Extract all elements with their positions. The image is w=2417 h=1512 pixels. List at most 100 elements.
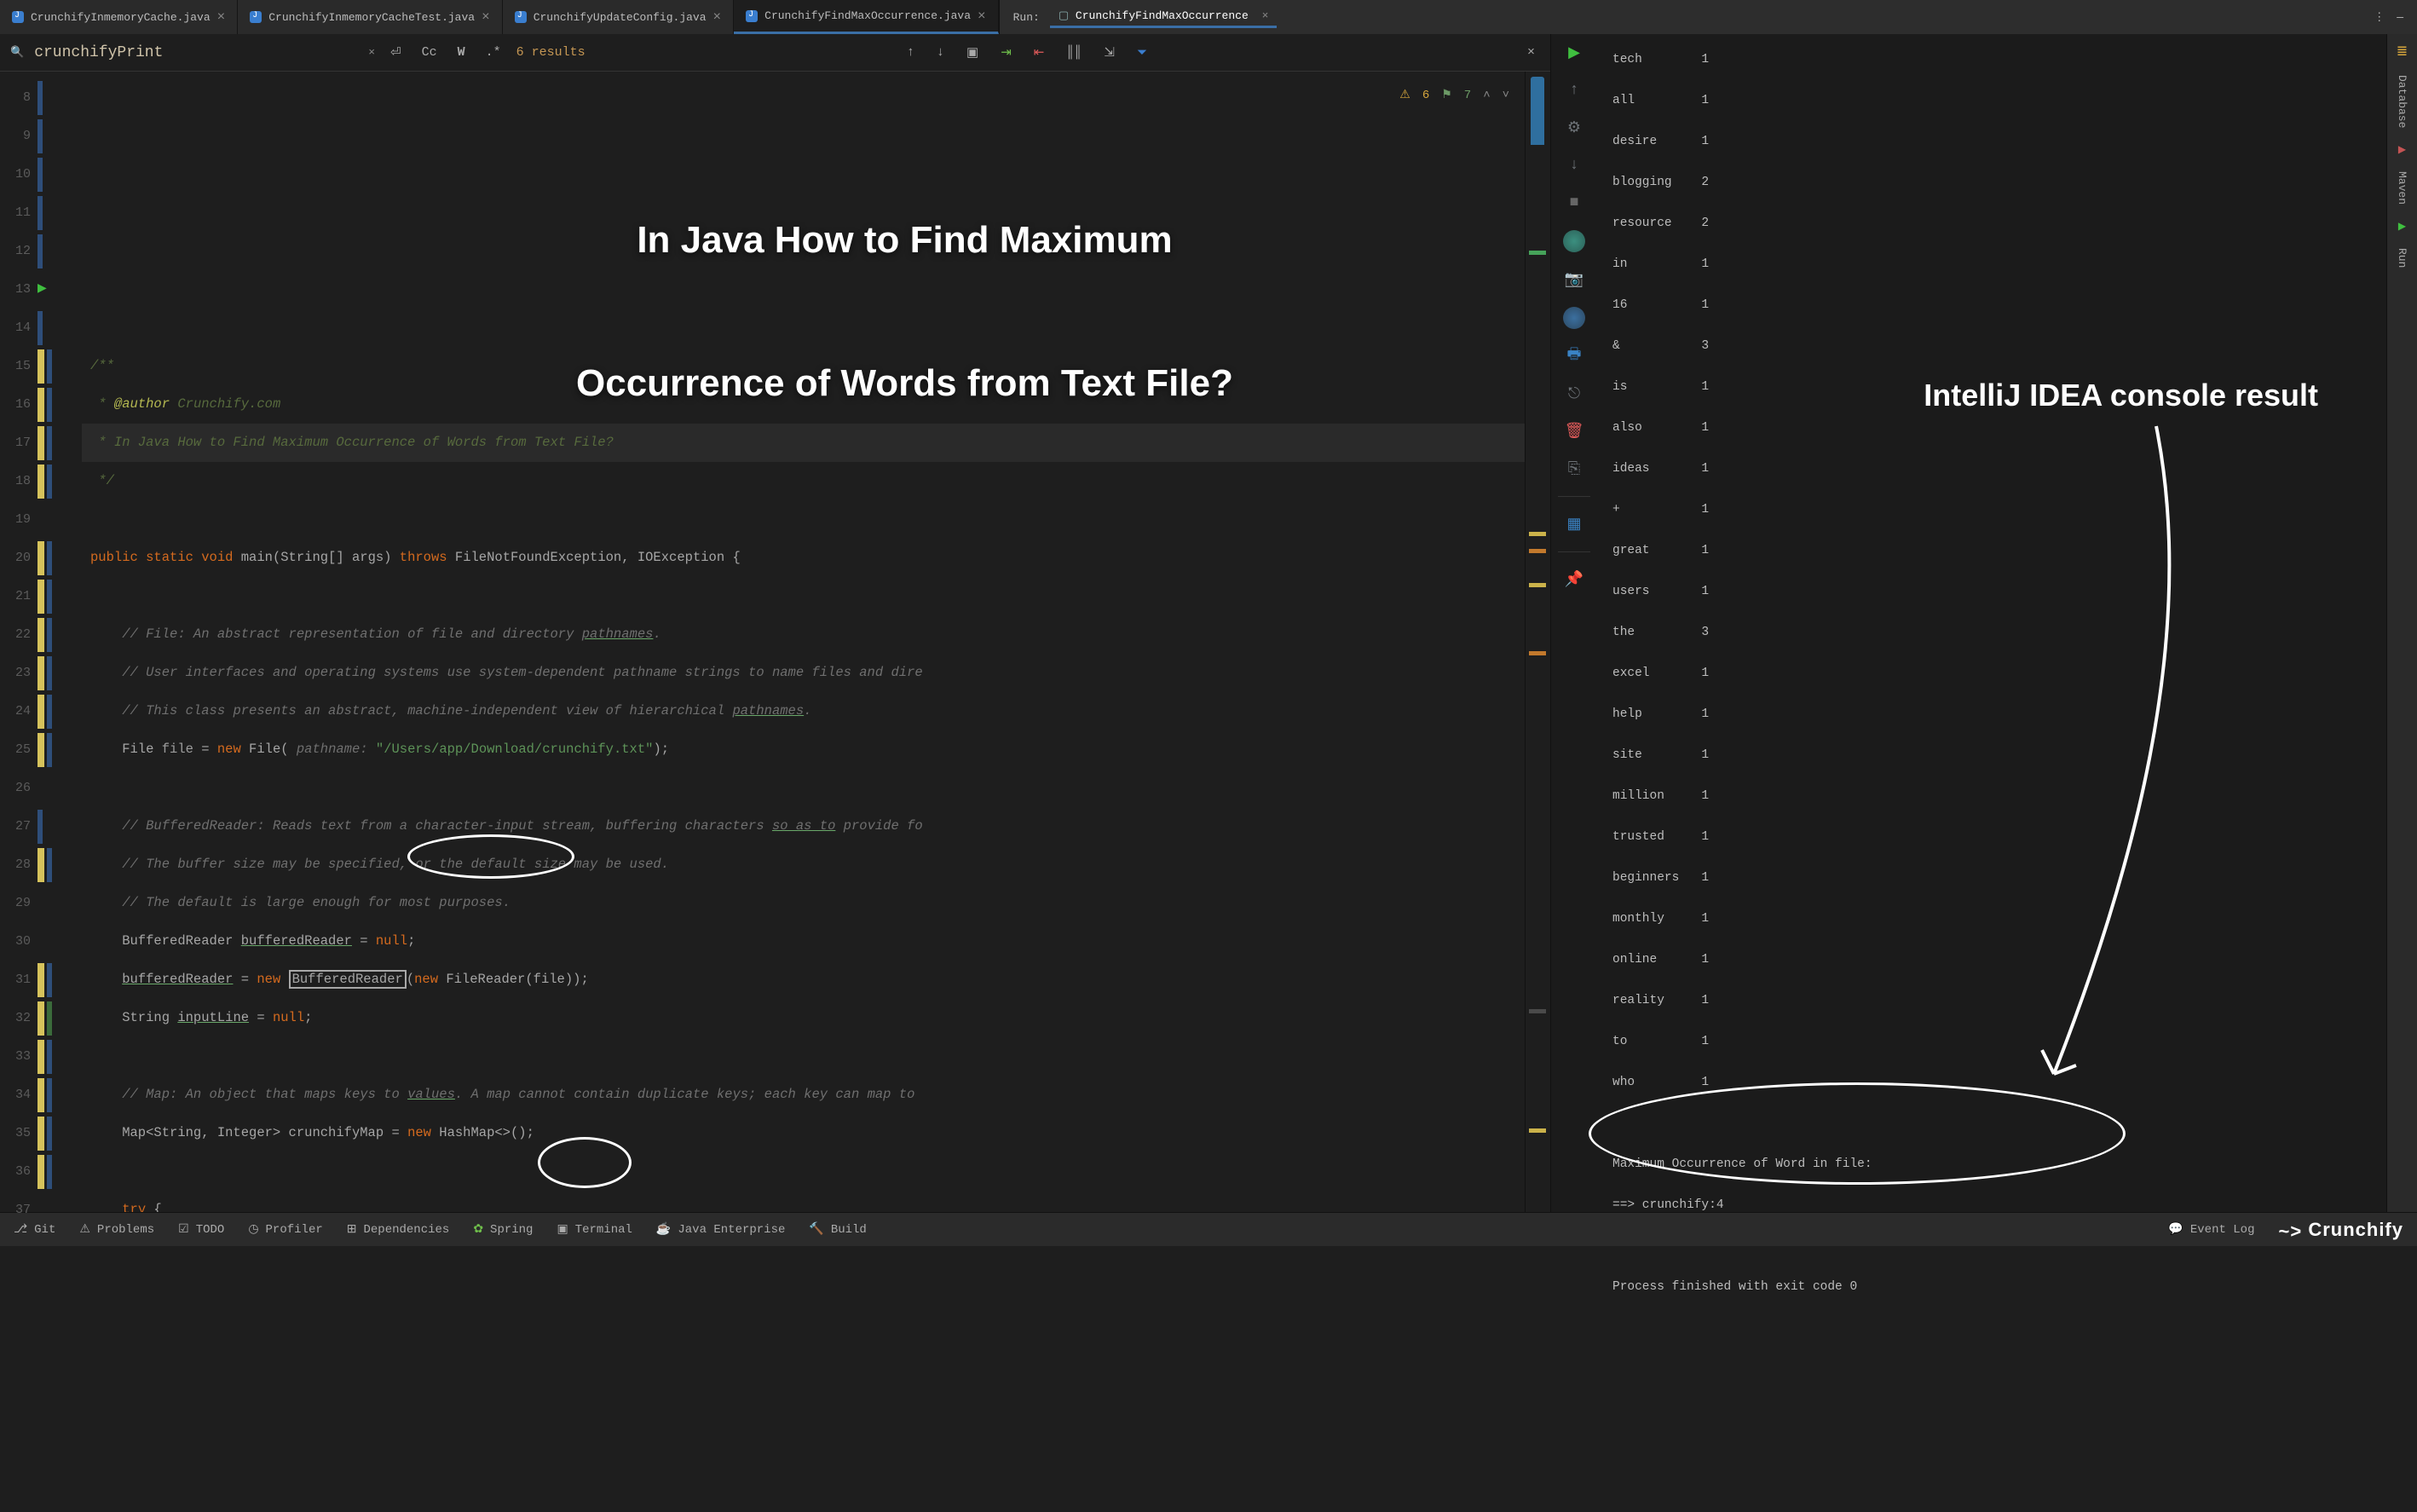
code-line[interactable]: try { bbox=[90, 1191, 1525, 1212]
more-icon[interactable]: ⋮ bbox=[2374, 11, 2386, 24]
close-findbar-icon[interactable]: × bbox=[1522, 43, 1540, 61]
line-number: 13 bbox=[0, 270, 31, 309]
search-input[interactable]: crunchifyPrint bbox=[34, 44, 358, 61]
close-icon[interactable]: × bbox=[1262, 9, 1269, 22]
status-item-dependencies[interactable]: ⊞ Dependencies bbox=[347, 1222, 450, 1237]
enter-icon[interactable]: ⏎ bbox=[385, 43, 407, 62]
exit-icon[interactable]: ⎘ bbox=[1564, 459, 1584, 479]
status-item-terminal[interactable]: ▣ Terminal bbox=[557, 1222, 632, 1237]
code-line[interactable]: String inputLine = null; bbox=[90, 999, 1525, 1037]
pin-icon[interactable]: 📌 bbox=[1564, 569, 1584, 590]
code-line[interactable]: /** bbox=[90, 347, 1525, 385]
warning-icon[interactable]: ⚠ bbox=[1399, 77, 1410, 115]
code-line[interactable]: // This class presents an abstract, mach… bbox=[90, 692, 1525, 730]
run-icon[interactable]: ▶ bbox=[2398, 220, 2406, 233]
code-line[interactable] bbox=[90, 1152, 1525, 1191]
camera-icon[interactable]: 📷 bbox=[1564, 269, 1584, 290]
status-item-java enterprise[interactable]: ☕ Java Enterprise bbox=[656, 1222, 785, 1237]
java enterprise-icon: ☕ bbox=[656, 1222, 671, 1237]
rerun-icon[interactable]: ▶ bbox=[1564, 43, 1584, 63]
next-match-icon[interactable]: ↓ bbox=[932, 43, 949, 61]
code-line[interactable]: // Map: An object that maps keys to valu… bbox=[90, 1076, 1525, 1114]
code-line[interactable]: // User interfaces and operating systems… bbox=[90, 654, 1525, 692]
tab-update-config[interactable]: CrunchifyUpdateConfig.java × bbox=[503, 0, 734, 34]
stop-icon[interactable]: ■ bbox=[1564, 193, 1584, 213]
code-line[interactable]: // File: An abstract representation of f… bbox=[90, 615, 1525, 654]
run-toolbar: ▶ ↑ ⚙ ↓ ■ 📷 🖶 ⎋ 🗑 ⎘ ▦ 📌 bbox=[1551, 34, 1597, 1212]
status-item-todo[interactable]: ☑ TODO bbox=[178, 1222, 224, 1237]
code-line[interactable]: * @author Crunchify.com bbox=[90, 385, 1525, 424]
prev-match-icon[interactable]: ↑ bbox=[902, 43, 920, 61]
database-icon[interactable]: ≣ bbox=[2397, 43, 2408, 60]
code-line[interactable] bbox=[90, 577, 1525, 615]
maven-icon[interactable]: ▶ bbox=[2398, 143, 2406, 156]
tab-inmemory-cache-test[interactable]: CrunchifyInmemoryCacheTest.java × bbox=[238, 0, 502, 34]
code-line[interactable]: BufferedReader bufferedReader = null; bbox=[90, 922, 1525, 961]
print-icon[interactable]: 🖶 bbox=[1564, 346, 1584, 366]
regex-button[interactable]: .* bbox=[481, 43, 506, 61]
terminal-icon: ▣ bbox=[557, 1222, 568, 1237]
tab-inmemory-cache[interactable]: CrunchifyInmemoryCache.java × bbox=[0, 0, 238, 34]
code-line[interactable]: */ bbox=[90, 462, 1525, 500]
close-icon[interactable]: × bbox=[482, 9, 490, 25]
remove-selection-icon[interactable]: ⇤ bbox=[1029, 43, 1050, 62]
delete-icon[interactable]: 🗑 bbox=[1564, 421, 1584, 441]
line-number: 23 bbox=[0, 654, 31, 692]
code-line[interactable] bbox=[90, 769, 1525, 807]
down-icon[interactable]: ˅ bbox=[1503, 77, 1509, 115]
down-icon[interactable]: ↓ bbox=[1564, 155, 1584, 176]
layout-icon[interactable]: ▦ bbox=[1564, 514, 1584, 534]
code-line[interactable] bbox=[90, 1037, 1525, 1076]
filter-icon[interactable]: ⏷ bbox=[1132, 43, 1152, 62]
run-config-tab[interactable]: ▢ CrunchifyFindMaxOccurrence × bbox=[1050, 6, 1278, 28]
code-line[interactable]: * In Java How to Find Maximum Occurrence… bbox=[90, 424, 1525, 462]
add-selection-icon[interactable]: ⇥ bbox=[995, 43, 1017, 62]
close-icon[interactable]: × bbox=[978, 9, 986, 24]
code-line[interactable]: // The buffer size may be specified, or … bbox=[90, 845, 1525, 884]
status-item-problems[interactable]: ⚠ Problems bbox=[79, 1222, 154, 1237]
right-gutter[interactable] bbox=[1525, 72, 1550, 1212]
gutter-mark: ▶ bbox=[37, 270, 82, 309]
line-number: 25 bbox=[0, 730, 31, 769]
select-occurrences-icon[interactable]: ║║ bbox=[1061, 43, 1087, 61]
scrollbar-thumb[interactable] bbox=[1531, 77, 1544, 247]
annotation-circle bbox=[407, 834, 574, 879]
close-icon[interactable]: × bbox=[713, 9, 722, 25]
code-line[interactable]: public static void main(String[] args) t… bbox=[90, 539, 1525, 577]
maven-tool[interactable]: Maven bbox=[2396, 171, 2408, 205]
search-icon[interactable]: 🔍 bbox=[10, 46, 24, 59]
status-item-profiler[interactable]: ◷ Profiler bbox=[248, 1222, 322, 1237]
avatar-icon[interactable] bbox=[1563, 307, 1585, 329]
settings-icon[interactable]: ⚙ bbox=[1564, 118, 1584, 138]
clear-search-icon[interactable]: × bbox=[368, 46, 375, 59]
code-line[interactable]: File file = new File( pathname: "/Users/… bbox=[90, 730, 1525, 769]
weak-warning-icon[interactable]: ⚑ bbox=[1441, 77, 1452, 115]
run-tool[interactable]: Run bbox=[2396, 248, 2408, 268]
status-item-spring[interactable]: ✿ Spring bbox=[473, 1222, 533, 1237]
status-item-build[interactable]: 🔨 Build bbox=[809, 1222, 866, 1237]
select-all-icon[interactable]: ▣ bbox=[961, 43, 984, 62]
code-line[interactable]: // The default is large enough for most … bbox=[90, 884, 1525, 922]
match-case-button[interactable]: Cc bbox=[417, 43, 442, 61]
attach-icon[interactable]: ⎋ bbox=[1564, 384, 1584, 404]
minimize-icon[interactable]: — bbox=[2397, 11, 2403, 24]
export-icon[interactable]: ⇲ bbox=[1099, 43, 1120, 62]
avatar-icon[interactable] bbox=[1563, 230, 1585, 252]
console-output[interactable]: tech 1 all 1 desire 1 blogging 2 resourc… bbox=[1597, 34, 2386, 1212]
close-icon[interactable]: × bbox=[217, 9, 226, 25]
code-line[interactable]: // BufferedReader: Reads text from a cha… bbox=[90, 807, 1525, 845]
code-line[interactable] bbox=[90, 500, 1525, 539]
run-header: Run: ▢ CrunchifyFindMaxOccurrence × ⋮ — bbox=[999, 0, 2417, 34]
database-tool[interactable]: Database bbox=[2396, 75, 2408, 128]
code-line[interactable]: Map<String, Integer> crunchifyMap = new … bbox=[90, 1114, 1525, 1152]
up-icon[interactable]: ˄ bbox=[1483, 77, 1490, 115]
tab-find-max-occurrence[interactable]: CrunchifyFindMaxOccurrence.java × bbox=[734, 0, 998, 34]
words-button[interactable]: W bbox=[453, 43, 470, 61]
line-number: 33 bbox=[0, 1037, 31, 1076]
gutter-mark bbox=[37, 347, 82, 385]
inspection-indicators[interactable]: ⚠6 ⚑7 ˄ ˅ bbox=[1399, 77, 1509, 115]
code-line[interactable]: bufferedReader = new BufferedReader(new … bbox=[90, 961, 1525, 999]
up-icon[interactable]: ↑ bbox=[1564, 80, 1584, 101]
editor[interactable]: 8910111213141516171819202122232425262728… bbox=[0, 72, 1550, 1212]
code-area[interactable]: ⚠6 ⚑7 ˄ ˅ In Java How to Find Maximum Oc… bbox=[82, 72, 1525, 1212]
